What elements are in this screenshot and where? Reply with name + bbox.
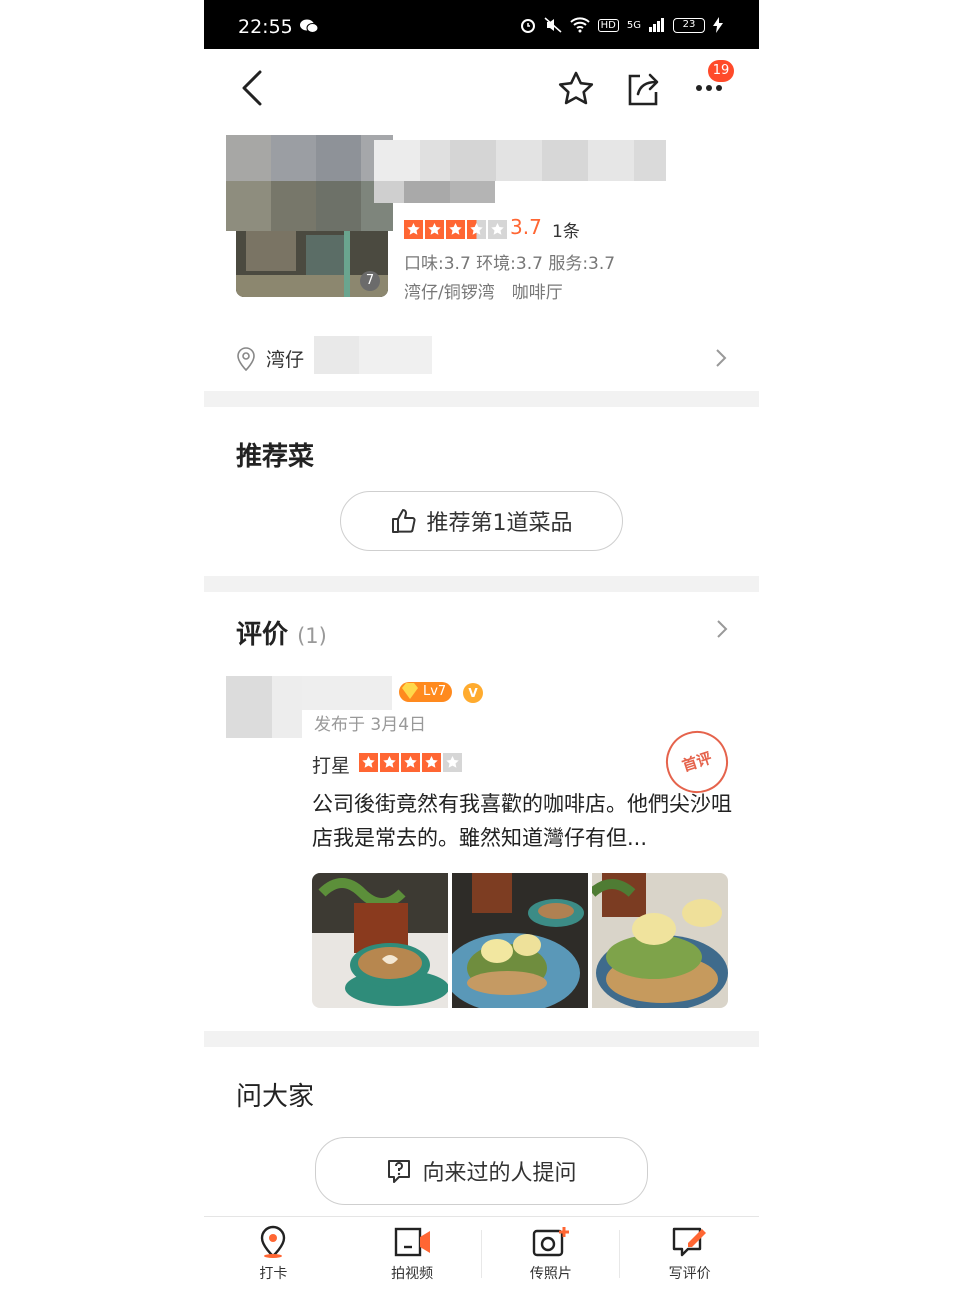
tab-review[interactable]: 写评价 xyxy=(620,1217,759,1289)
shop-photo[interactable]: 7 xyxy=(236,231,388,297)
star-empty-icon xyxy=(488,220,507,239)
review-photos xyxy=(312,873,728,1008)
review-photo[interactable] xyxy=(592,873,728,1008)
review-photo[interactable] xyxy=(452,873,588,1008)
tab-separator xyxy=(481,1230,482,1278)
network-label: 5G xyxy=(626,19,641,31)
battery-icon: 23 xyxy=(673,17,705,33)
eggs-benedict-closeup-image xyxy=(592,873,728,1008)
tab-photo-label: 传照片 xyxy=(529,1266,572,1282)
mute-icon xyxy=(544,17,562,33)
review-text[interactable]: 公司後街竟然有我喜歡的咖啡店。他們尖沙咀店我是常去的。雖然知道灣仔有但... xyxy=(312,787,732,855)
recommend-title: 推荐菜 xyxy=(236,442,315,472)
ask-question-label: 向来过的人提问 xyxy=(422,1161,577,1186)
tab-photo[interactable]: 传照片 xyxy=(482,1217,621,1289)
latte-photo-image xyxy=(312,873,448,1008)
star-icon xyxy=(401,753,420,772)
star-icon xyxy=(446,220,465,239)
back-icon[interactable] xyxy=(240,70,264,106)
star-icon xyxy=(359,753,378,772)
battery-level: 23 xyxy=(682,18,696,30)
wifi-icon xyxy=(569,17,590,33)
address-redacted xyxy=(314,336,364,374)
wechat-icon xyxy=(300,19,318,33)
section-divider xyxy=(204,391,759,407)
recommend-dish-label: 推荐第1道菜品 xyxy=(426,511,573,536)
tab-video-label: 拍视频 xyxy=(391,1266,434,1282)
rating-score: 3.7 xyxy=(510,215,542,239)
chevron-right-icon xyxy=(716,349,727,367)
video-camera-icon xyxy=(394,1227,431,1257)
section-divider xyxy=(204,1031,759,1047)
user-level: Lv7 xyxy=(423,684,447,699)
tab-separator xyxy=(619,1230,620,1278)
photo-upload-icon xyxy=(532,1227,569,1257)
reviews-title[interactable]: 评价 (1) xyxy=(236,614,327,651)
ask-title: 问大家 xyxy=(236,1082,315,1112)
share-icon[interactable] xyxy=(626,70,660,106)
status-time: 22:55 xyxy=(238,16,293,38)
star-icon xyxy=(422,753,441,772)
review-count[interactable]: 1条 xyxy=(552,217,580,242)
section-divider xyxy=(204,576,759,592)
tab-checkin-label: 打卡 xyxy=(259,1266,288,1282)
favorite-star-icon[interactable] xyxy=(558,71,594,105)
eggs-benedict-photo-image xyxy=(452,873,588,1008)
location-icon xyxy=(237,347,255,371)
reviews-count: (1) xyxy=(297,624,327,648)
thumbs-up-icon xyxy=(391,509,416,533)
hd-icon: HD xyxy=(597,18,619,32)
star-icon xyxy=(425,220,444,239)
star-label: 打星 xyxy=(312,755,351,777)
signal-icon xyxy=(649,18,664,32)
question-icon xyxy=(388,1160,411,1183)
address-redacted xyxy=(359,336,432,374)
status-bar: 22:55 HD 5G 23 xyxy=(204,0,759,49)
area-category: 湾仔/铜锣湾 咖啡厅 xyxy=(404,283,563,303)
star-empty-icon xyxy=(443,753,462,772)
chevron-right-icon[interactable] xyxy=(715,618,729,640)
tab-checkin[interactable]: 打卡 xyxy=(204,1217,343,1289)
message-badge: 19 xyxy=(708,60,734,82)
recommend-dish-button[interactable]: 推荐第1道菜品 xyxy=(340,491,623,551)
location-pin-icon xyxy=(261,1225,286,1258)
review-stars xyxy=(359,753,462,772)
tab-review-label: 写评价 xyxy=(668,1266,711,1282)
app-screen: 22:55 HD 5G 23 19 7 3.7 1条 口味:3.7 环境:3.7… xyxy=(204,0,759,1289)
tab-video[interactable]: 拍视频 xyxy=(343,1217,482,1289)
star-icon xyxy=(380,753,399,772)
shop-rating-stars xyxy=(404,220,507,239)
status-icons: HD 5G 23 xyxy=(520,17,723,33)
charging-icon xyxy=(713,17,723,33)
address-row[interactable]: 湾仔 xyxy=(204,322,759,392)
address-text: 湾仔 xyxy=(266,349,305,371)
review-photo[interactable] xyxy=(312,873,448,1008)
diamond-icon xyxy=(402,683,418,699)
user-level-badge: Lv7 xyxy=(399,682,453,702)
ask-question-button[interactable]: 向来过的人提问 xyxy=(315,1137,648,1205)
reviews-title-label: 评价 xyxy=(236,620,289,650)
review-post-time: 发布于 3月4日 xyxy=(314,715,427,735)
photo-count: 7 xyxy=(360,271,380,291)
verified-badge: V xyxy=(463,683,483,703)
sub-scores: 口味:3.7 环境:3.7 服务:3.7 xyxy=(404,254,616,274)
write-review-icon xyxy=(672,1227,706,1257)
star-icon xyxy=(404,220,423,239)
more-icon[interactable] xyxy=(695,84,723,92)
half-star-icon xyxy=(467,220,486,239)
alarm-icon xyxy=(520,19,535,33)
